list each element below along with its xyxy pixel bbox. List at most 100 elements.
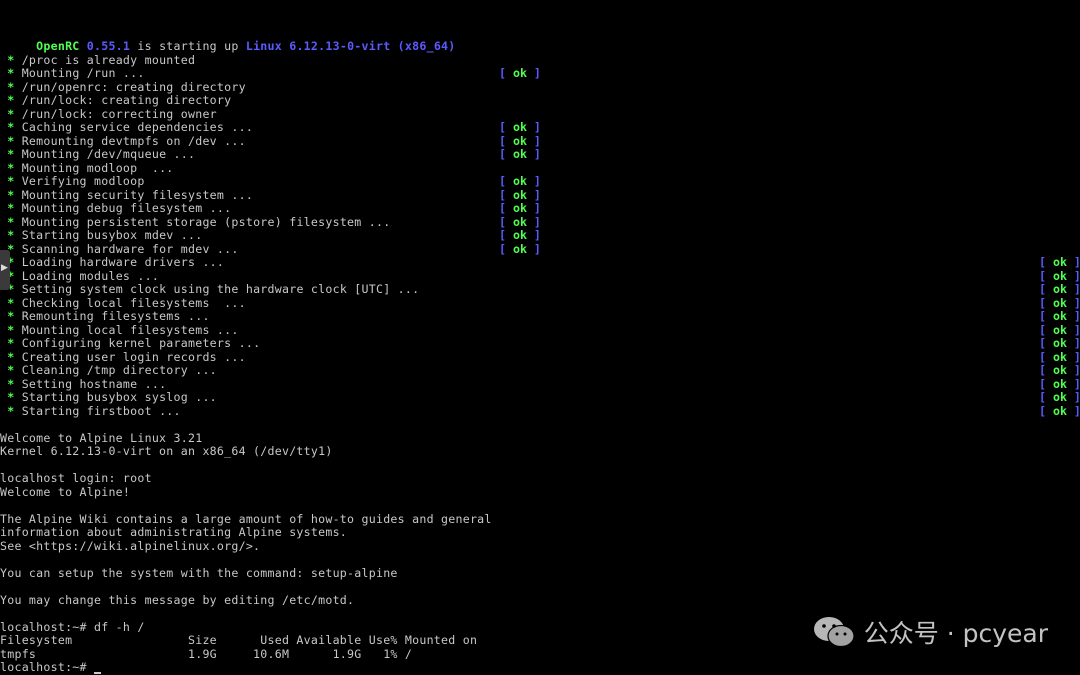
- status-ok: [ ok ]: [1039, 376, 1080, 391]
- bullet-star: *: [0, 79, 22, 94]
- bullet-star: *: [0, 174, 22, 188]
- bullet-star: *: [0, 309, 22, 323]
- status-ok: [ ok ]: [1039, 295, 1080, 310]
- bullet-star: *: [0, 228, 22, 242]
- bullet-star: *: [0, 93, 22, 107]
- bullet-star: *: [0, 133, 22, 148]
- console-line: information about administrating Alpine …: [0, 525, 348, 539]
- kernel-string: Linux 6.12.13-0-virt (x86_64): [245, 38, 456, 53]
- status-ok: [ ok ]: [1039, 268, 1080, 283]
- bullet-star: *: [0, 106, 22, 121]
- status-ok: [ ok ]: [499, 66, 541, 80]
- boot-line: * /proc is already mounted: [0, 52, 196, 68]
- status-ok: [ ok ]: [1039, 403, 1080, 418]
- boot-message: Verifying modloop: [21, 174, 145, 188]
- boot-line: * Mounting persistent storage (pstore) f…: [0, 214, 391, 230]
- boot-line: * Mounting local filesystems ...: [0, 322, 239, 338]
- bullet-star: *: [0, 390, 22, 404]
- boot-message: /run/openrc: creating directory: [21, 79, 246, 94]
- boot-message: Creating user login records ...: [21, 349, 246, 364]
- console-line: localhost:~#: [0, 660, 94, 674]
- console-line: Kernel 6.12.13-0-virt on an x86_64 (/dev…: [0, 444, 333, 458]
- console-line: tmpfs 1.9G 10.6M 1.9G 1% /: [0, 646, 413, 661]
- status-ok: [ ok ]: [499, 201, 541, 215]
- boot-line: * Starting busybox syslog ...: [0, 390, 217, 405]
- openrc-prefix: OpenRC: [28, 38, 87, 53]
- status-ok: [ ok ]: [499, 241, 541, 256]
- boot-message: Mounting /run ...: [21, 66, 145, 80]
- bullet-star: *: [0, 349, 22, 364]
- bullet-star: *: [0, 120, 22, 134]
- console-line: Filesystem Size Used Available Use% Moun…: [0, 633, 478, 647]
- boot-line: * Mounting debug filesystem ...: [0, 201, 232, 216]
- boot-message: Mounting debug filesystem ...: [21, 201, 232, 215]
- boot-line: * /run/lock: correcting owner: [0, 106, 217, 122]
- boot-message: Loading hardware drivers ...: [21, 255, 225, 269]
- boot-message: Remounting devtmpfs on /dev ...: [21, 133, 246, 148]
- boot-message: Mounting local filesystems ...: [21, 322, 239, 337]
- bullet-star: *: [0, 363, 22, 377]
- boot-line: * Remounting devtmpfs on /dev ...: [0, 133, 246, 149]
- console-line: You can setup the system with the comman…: [0, 565, 398, 580]
- boot-line: * Caching service dependencies ...: [0, 120, 254, 135]
- boot-line: * /run/openrc: creating directory: [0, 79, 246, 95]
- boot-line: * Verifying modloop: [0, 174, 145, 189]
- status-ok: [ ok ]: [1039, 363, 1080, 377]
- bullet-star: *: [0, 376, 22, 391]
- boot-line: * Loading modules ...: [0, 268, 160, 284]
- boot-line: * Remounting filesystems ...: [0, 309, 210, 324]
- status-ok: [ ok ]: [1039, 390, 1080, 404]
- bullet-star: *: [0, 201, 22, 215]
- bullet-star: *: [0, 214, 22, 229]
- boot-message: Scanning hardware for mdev ...: [21, 241, 239, 256]
- bullet-star: *: [0, 187, 22, 202]
- boot-message: Starting busybox syslog ...: [21, 390, 217, 404]
- boot-message: Loading modules ...: [21, 268, 160, 283]
- boot-line: * Setting system clock using the hardwar…: [0, 282, 420, 297]
- console-line: localhost login: root: [0, 471, 152, 485]
- console-line: See <https://wiki.alpinelinux.org/>.: [0, 538, 261, 553]
- bullet-star: *: [0, 147, 22, 161]
- watermark-label: 公众号 · pcyear: [863, 619, 1048, 648]
- boot-line: * Cleaning /tmp directory ...: [0, 363, 217, 378]
- bullet-star: *: [0, 322, 22, 337]
- status-ok: [ ok ]: [1039, 255, 1080, 269]
- boot-line: * /run/lock: creating directory: [0, 93, 231, 108]
- boot-line: * Mounting /run ...: [0, 66, 145, 81]
- console-line: Welcome to Alpine!: [0, 484, 131, 499]
- bullet-star: *: [0, 403, 22, 418]
- status-ok: [ ok ]: [499, 133, 541, 148]
- status-ok: [ ok ]: [1039, 336, 1080, 350]
- wechat-icon: [813, 617, 855, 648]
- boot-line: * Checking local filesystems ...: [0, 296, 246, 311]
- status-ok: [ ok ]: [1039, 322, 1080, 337]
- bullet-star: *: [0, 66, 22, 80]
- watermark: 公众号 · pcyear: [812, 612, 1048, 652]
- openrc-version: 0.55.1: [86, 38, 131, 53]
- boot-line: * Creating user login records ...: [0, 349, 246, 365]
- boot-message: Mounting persistent storage (pstore) fil…: [21, 214, 391, 229]
- boot-line: * Mounting modloop ...: [0, 161, 174, 176]
- console-line: localhost:~# df -h /: [0, 619, 145, 634]
- openrc-header: OpenRC 0.55.1 is starting up Linux 6.12.…: [0, 26, 456, 53]
- side-panel-handle[interactable]: ▶: [0, 250, 10, 290]
- boot-message: Setting system clock using the hardware …: [21, 282, 420, 296]
- boot-message: Setting hostname ...: [21, 376, 167, 391]
- status-ok: [ ok ]: [499, 228, 541, 242]
- terminal-screen[interactable]: OpenRC 0.55.1 is starting up Linux 6.12.…: [0, 0, 1080, 675]
- openrc-middle: is starting up: [130, 38, 246, 53]
- console-line: Welcome to Alpine Linux 3.21: [0, 430, 203, 445]
- status-ok: [ ok ]: [1039, 282, 1080, 296]
- bullet-star: *: [0, 336, 22, 350]
- boot-line: * Scanning hardware for mdev ...: [0, 241, 239, 257]
- console-line: The Alpine Wiki contains a large amount …: [0, 511, 492, 526]
- boot-line: * Starting busybox mdev ...: [0, 228, 203, 243]
- status-ok: [ ok ]: [1039, 309, 1080, 323]
- status-ok: [ ok ]: [499, 174, 541, 188]
- console-line: You may change this message by editing /…: [0, 592, 355, 607]
- boot-message: Starting busybox mdev ...: [21, 228, 203, 242]
- boot-message: Remounting filesystems ...: [21, 309, 210, 323]
- boot-message: Caching service dependencies ...: [21, 120, 254, 134]
- status-ok: [ ok ]: [1039, 349, 1080, 364]
- boot-message: /proc is already mounted: [21, 52, 196, 67]
